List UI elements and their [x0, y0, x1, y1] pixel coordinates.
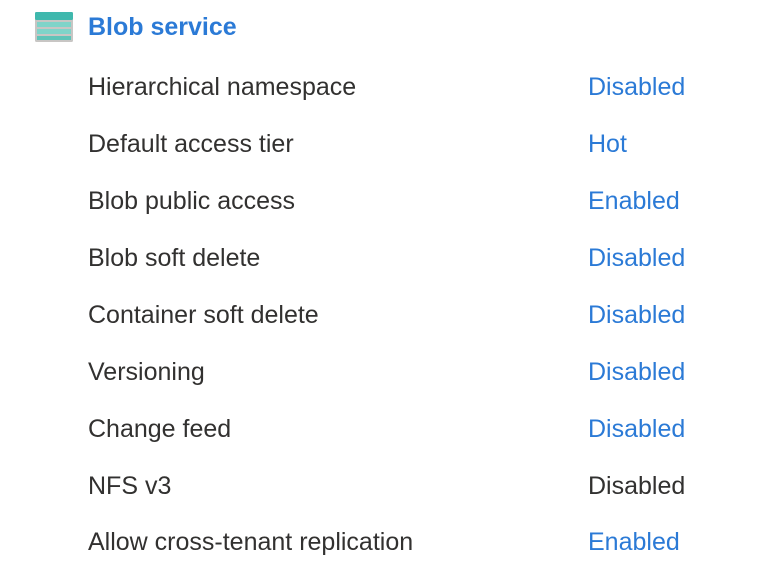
property-label: Container soft delete [88, 301, 319, 329]
property-label: NFS v3 [88, 472, 172, 500]
property-row-container-soft-delete: Container soft delete Disabled [88, 287, 728, 344]
property-row-blob-soft-delete: Blob soft delete Disabled [88, 230, 728, 287]
property-row-allow-cross-tenant-replication: Allow cross-tenant replication Enabled [88, 515, 728, 570]
property-row-hierarchical-namespace: Hierarchical namespace Disabled [88, 59, 728, 116]
property-row-default-access-tier: Default access tier Hot [88, 116, 728, 173]
property-value-link[interactable]: Disabled [588, 415, 685, 444]
property-label: Blob public access [88, 187, 296, 215]
property-label: Change feed [88, 415, 232, 443]
section-header: Blob service [34, 10, 237, 44]
section-title[interactable]: Blob service [88, 10, 237, 44]
property-value-link[interactable]: Disabled [588, 358, 685, 387]
property-value-link[interactable]: Disabled [588, 244, 685, 273]
property-row-versioning: Versioning Disabled [88, 344, 728, 401]
property-label: Versioning [88, 358, 205, 386]
property-value-link[interactable]: Enabled [588, 528, 680, 557]
property-label: Allow cross-tenant replication [88, 528, 414, 556]
property-value-link[interactable]: Disabled [588, 301, 685, 330]
property-row-change-feed: Change feed Disabled [88, 401, 728, 458]
property-row-nfs-v3: NFS v3 Disabled [88, 458, 728, 515]
property-value-link[interactable]: Hot [588, 130, 627, 159]
property-label: Default access tier [88, 130, 294, 158]
property-list: Hierarchical namespace Disabled Default … [88, 59, 728, 570]
property-row-blob-public-access: Blob public access Enabled [88, 173, 728, 230]
property-value-link[interactable]: Enabled [588, 187, 680, 216]
property-value-link[interactable]: Disabled [588, 73, 685, 102]
property-label: Blob soft delete [88, 244, 261, 272]
property-value-text: Disabled [588, 472, 686, 500]
blob-storage-icon [35, 12, 73, 42]
property-label: Hierarchical namespace [88, 73, 357, 101]
